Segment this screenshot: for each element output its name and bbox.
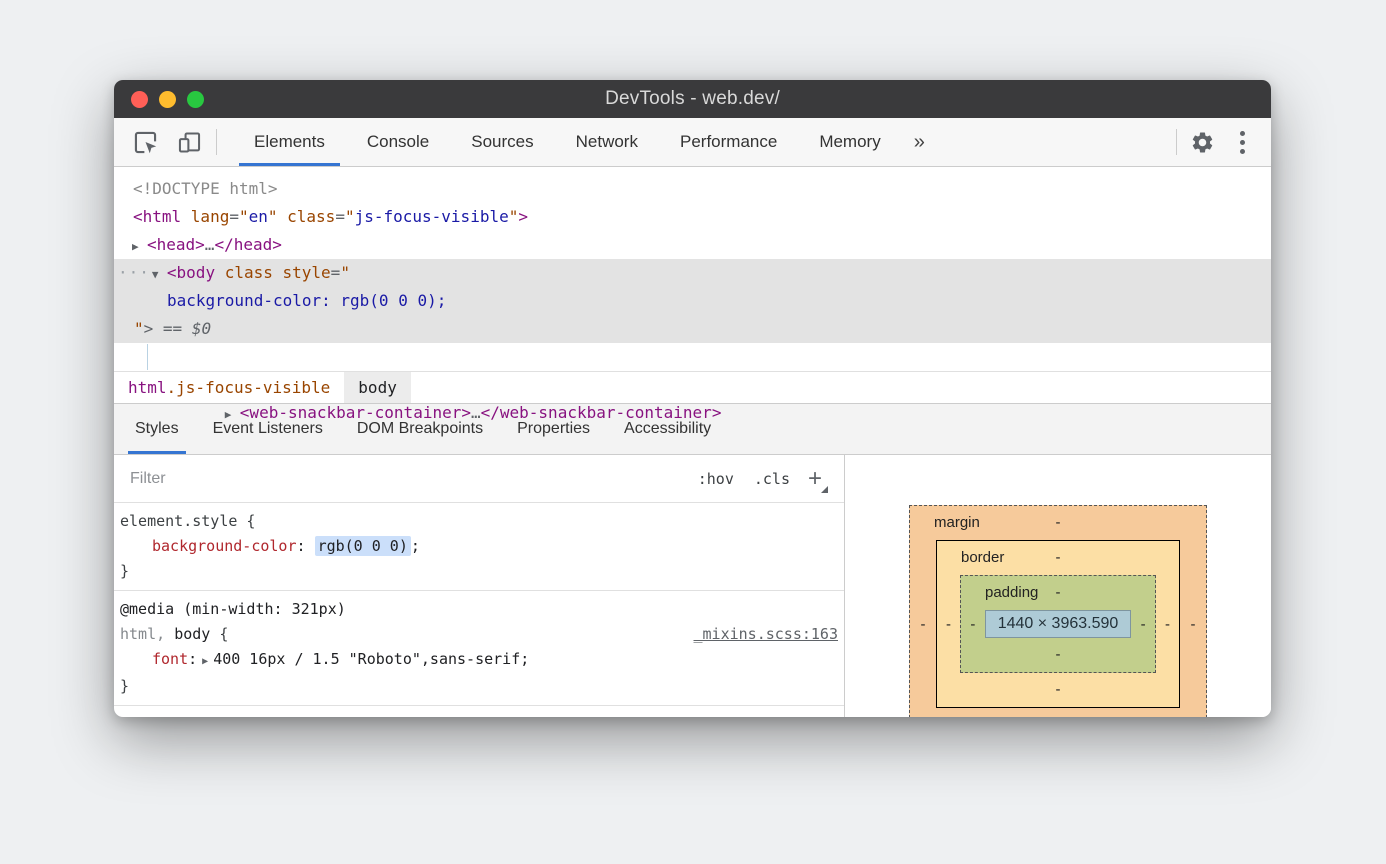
toolbar-right-divider (1176, 129, 1177, 155)
tab-accessibility[interactable]: Accessibility (607, 404, 728, 454)
border-bottom-value[interactable]: - (937, 673, 1179, 707)
margin-label: margin (934, 506, 980, 540)
border-label: border (961, 541, 1004, 575)
toolbar-divider (216, 129, 217, 155)
margin-box: margin - - border - - (909, 505, 1207, 717)
rule-close-brace: } (114, 559, 844, 584)
styles-pane: :hov .cls + element.style { background-c… (114, 455, 845, 717)
more-tabs-icon[interactable]: » (902, 118, 937, 166)
declaration-font[interactable]: font:▶400 16px / 1.5 "Roboto",sans-serif… (114, 647, 844, 674)
tab-elements[interactable]: Elements (233, 118, 346, 166)
styles-filter-bar: :hov .cls + (114, 455, 844, 503)
margin-bottom-value[interactable]: - (910, 708, 1206, 717)
new-style-rule-button[interactable]: + (800, 467, 834, 491)
padding-bottom-value[interactable]: - (961, 638, 1155, 672)
box-model-diagram: margin - - border - - (909, 505, 1207, 717)
tab-console[interactable]: Console (346, 118, 450, 166)
declaration-background-color[interactable]: background-color: rgb(0 0 0); (114, 534, 844, 559)
dom-body-open-tag[interactable]: ···▼<body class style=" (114, 259, 1271, 287)
tab-properties[interactable]: Properties (500, 404, 607, 454)
dom-body-style-attr[interactable]: background-color: rgb(0 0 0); (114, 287, 1271, 315)
element-classes-toggle[interactable]: .cls (744, 470, 800, 488)
tab-event-listeners[interactable]: Event Listeners (196, 404, 340, 454)
stylesheet-source-link[interactable]: _mixins.scss:163 (694, 622, 845, 647)
main-toolbar: Elements Console Sources Network Perform… (114, 118, 1271, 167)
titlebar: DevTools - web.dev/ (114, 80, 1271, 118)
tab-network[interactable]: Network (555, 118, 659, 166)
customize-menu-icon[interactable] (1227, 131, 1257, 154)
media-query[interactable]: @media (min-width: 321px) (114, 597, 844, 622)
padding-label: padding (985, 576, 1038, 610)
margin-right-value[interactable]: - (1180, 616, 1206, 633)
margin-left-value[interactable]: - (910, 616, 936, 633)
border-left-value[interactable]: - (937, 616, 960, 633)
inspect-element-icon[interactable] (128, 125, 162, 159)
tab-memory[interactable]: Memory (798, 118, 901, 166)
device-toolbar-icon[interactable] (172, 125, 206, 159)
box-model-pane: margin - - border - - (845, 455, 1271, 717)
rule-close-brace: } (114, 674, 844, 699)
border-right-value[interactable]: - (1156, 616, 1179, 633)
padding-left-value[interactable]: - (961, 616, 985, 633)
dom-body-tag-close[interactable]: "> == $0 (114, 315, 1271, 343)
rule-media-321: @media (min-width: 321px) html, body { _… (114, 591, 844, 706)
padding-box: padding - - 1440 × 3963.590 - (960, 575, 1156, 673)
tab-performance[interactable]: Performance (659, 118, 798, 166)
dom-node-doctype[interactable]: <!DOCTYPE html> (114, 175, 1271, 203)
content-size: 1440 × 3963.590 (998, 615, 1119, 632)
settings-gear-icon[interactable] (1185, 125, 1219, 159)
rule-element-style: element.style { background-color: rgb(0 … (114, 503, 844, 591)
content-box: 1440 × 3963.590 (985, 610, 1132, 638)
rule-selector[interactable]: html, body { (120, 622, 694, 647)
media-query[interactable]: @media (min-width: 341px) (114, 712, 844, 717)
devtools-window: DevTools - web.dev/ Elements Console Sou… (114, 80, 1271, 717)
rule-media-341-partial: @media (min-width: 341px) (114, 706, 844, 717)
dom-tree: <!DOCTYPE html> <html lang="en" class="j… (114, 167, 1271, 371)
tab-sources[interactable]: Sources (450, 118, 554, 166)
indent-guide-line (147, 344, 148, 370)
pseudo-state-toggle[interactable]: :hov (688, 470, 744, 488)
padding-right-value[interactable]: - (1131, 616, 1155, 633)
panel-tabs: Elements Console Sources Network Perform… (233, 118, 937, 166)
dom-node-body-selected[interactable]: ···▼<body class style=" background-color… (114, 259, 1271, 343)
dom-node-head[interactable]: ▶<head>…</head> (114, 231, 1271, 259)
styles-filter-input[interactable] (130, 470, 688, 488)
tab-styles[interactable]: Styles (118, 404, 196, 454)
rule-selector[interactable]: element.style { (114, 509, 844, 534)
window-title: DevTools - web.dev/ (114, 88, 1271, 110)
border-box: border - - padding - (936, 540, 1180, 708)
sidebar-tabs: Styles Event Listeners DOM Breakpoints P… (114, 404, 1271, 455)
dom-node-html[interactable]: <html lang="en" class="js-focus-visible"… (114, 203, 1271, 231)
tab-dom-breakpoints[interactable]: DOM Breakpoints (340, 404, 500, 454)
dom-node-web-snackbar-container[interactable]: ▶<web-snackbar-container>…</web-snackbar… (114, 343, 1271, 371)
